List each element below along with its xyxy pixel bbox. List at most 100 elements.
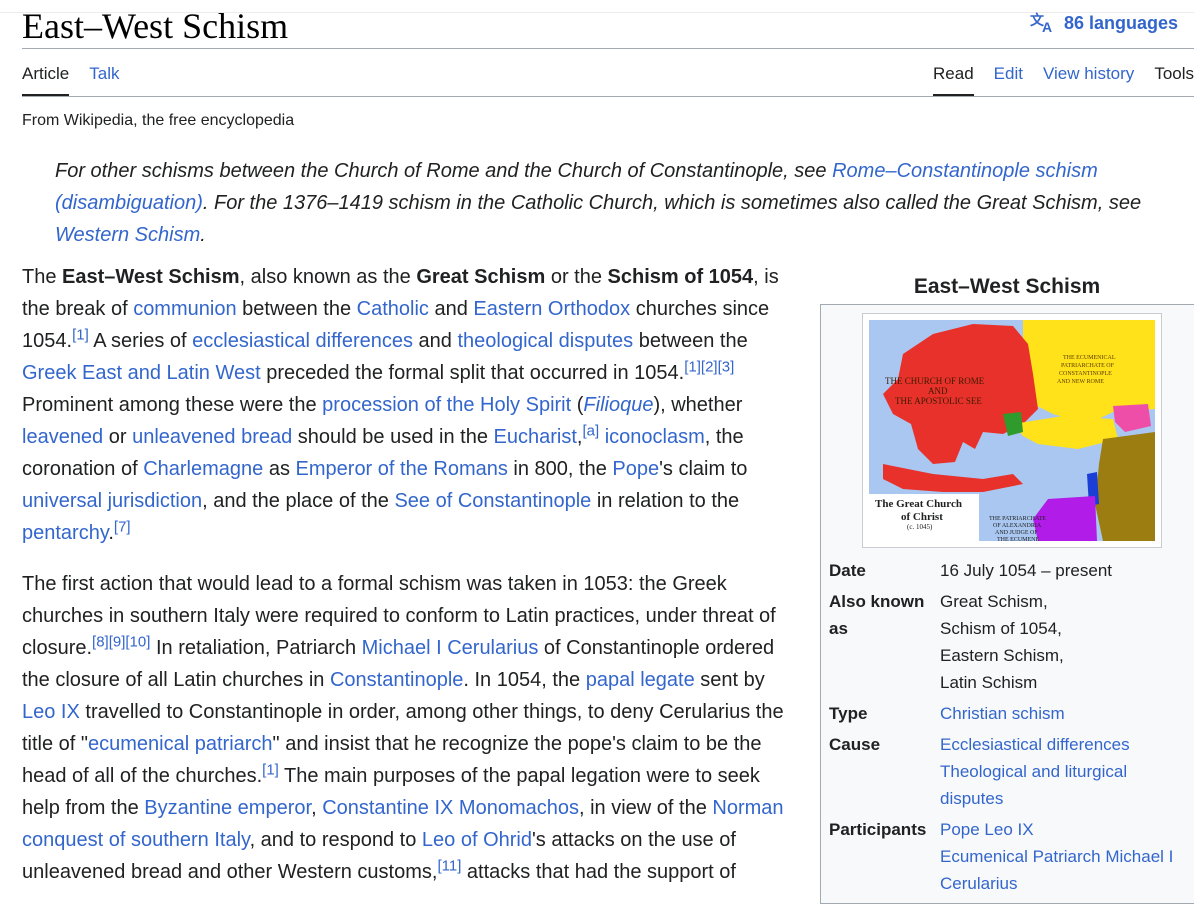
- text-run: between the: [633, 330, 748, 352]
- wiki-link[interactable]: communion: [133, 298, 236, 320]
- wiki-link[interactable]: Leo IX: [22, 701, 80, 723]
- wiki-link[interactable]: Greek East and Latin West: [22, 362, 261, 384]
- wiki-link[interactable]: Catholic: [357, 298, 429, 320]
- citation-link[interactable]: [11]: [437, 857, 461, 874]
- tab-edit[interactable]: Edit: [994, 63, 1023, 95]
- second-paragraph: The first action that would lead to a fo…: [22, 568, 792, 888]
- infobox-label: Also known as: [829, 592, 925, 638]
- text-run: A series of: [88, 330, 193, 352]
- map-label-great-church: of Christ: [901, 511, 943, 523]
- tab-read[interactable]: Read: [933, 63, 974, 96]
- view-tabs: Read Edit View history Tools: [933, 63, 1194, 96]
- text-run: or the: [545, 266, 608, 288]
- infobox-label: Cause: [829, 735, 881, 754]
- tab-tools[interactable]: Tools: [1154, 63, 1194, 95]
- text-run: in 800, the: [507, 458, 613, 480]
- wiki-link[interactable]: Eucharist: [494, 426, 577, 448]
- wiki-link[interactable]: ecclesiastical differences: [192, 330, 413, 352]
- infobox-title: East–West Schism: [913, 275, 1101, 298]
- infobox-text: Eastern Schism,: [940, 646, 1064, 665]
- bold-term: East–West Schism: [62, 266, 240, 288]
- infobox-link[interactable]: Ecumenical Patriarch Michael I Cerulariu…: [940, 843, 1190, 897]
- wiki-link[interactable]: Emperor of the Romans: [296, 458, 508, 480]
- text-run: . In 1054, the: [463, 669, 586, 691]
- wiki-link[interactable]: Charlemagne: [143, 458, 263, 480]
- wiki-link[interactable]: Filioque: [583, 394, 653, 416]
- map-label-alexandria: THE ECUMENE: [997, 537, 1039, 543]
- wiki-link[interactable]: Constantine IX Monomachos: [322, 797, 579, 819]
- text-run: preceded the formal split that occurred …: [260, 362, 685, 384]
- citation-link[interactable]: [1][2][3]: [684, 358, 734, 375]
- wiki-link[interactable]: Constantinople: [330, 669, 463, 691]
- infobox-link[interactable]: Theological and liturgical disputes: [940, 758, 1190, 812]
- translate-icon: 文 A: [1030, 12, 1056, 34]
- namespace-tabs: Article Talk: [22, 63, 119, 96]
- tab-view-history[interactable]: View history: [1043, 63, 1134, 95]
- infobox-link[interactable]: Christian schism: [940, 700, 1190, 727]
- text-run: or: [103, 426, 133, 448]
- map-label-rome: AND: [928, 386, 948, 396]
- text-run: (: [571, 394, 584, 416]
- infobox-text: Schism of 1054,: [940, 619, 1062, 638]
- wiki-link[interactable]: procession of the Holy Spirit: [322, 394, 571, 416]
- citation-link[interactable]: [a]: [582, 422, 599, 439]
- infobox-value: Pope Leo IX Ecumenical Patriarch Michael …: [940, 816, 1190, 897]
- tab-talk[interactable]: Talk: [89, 63, 119, 95]
- text-run: Prominent among these were the: [22, 394, 323, 416]
- infobox-link[interactable]: Ecclesiastical differences: [940, 731, 1190, 758]
- map-label-rome: THE CHURCH OF ROME: [885, 376, 985, 386]
- text-run: , also known as the: [239, 266, 417, 288]
- map-label-great-church: The Great Church: [875, 498, 962, 510]
- wiki-link[interactable]: Michael I Cerularius: [362, 637, 539, 659]
- text-run: sent by: [694, 669, 765, 691]
- wiki-link[interactable]: universal jurisdiction: [22, 490, 202, 512]
- citation-link[interactable]: [7]: [114, 518, 131, 535]
- hatnote: For other schisms between the Church of …: [55, 155, 1165, 251]
- map-label-constantinople: PATRIARCHATE OF: [1061, 363, 1115, 369]
- citation-link[interactable]: [8][9][10]: [92, 633, 150, 650]
- hatnote-text: For other schisms between the Church of …: [55, 160, 833, 182]
- wiki-link[interactable]: Pope: [612, 458, 659, 480]
- hatnote-link-western-schism[interactable]: Western Schism: [55, 224, 200, 246]
- wiki-link[interactable]: Byzantine emperor: [144, 797, 311, 819]
- infobox-value: Great Schism, Schism of 1054, Eastern Schi…: [940, 588, 1190, 696]
- map-label-rome: THE APOSTOLIC SEE: [895, 396, 982, 406]
- wiki-link[interactable]: theological disputes: [457, 330, 633, 352]
- text-run: between the: [236, 298, 357, 320]
- wiki-link[interactable]: ecumenical patriarch: [88, 733, 273, 755]
- infobox-row: Type Christian schism: [829, 700, 1190, 727]
- infobox-link[interactable]: Pope Leo IX: [940, 816, 1190, 843]
- map-svg: THE CHURCH OF ROME AND THE APOSTOLIC SEE…: [869, 320, 1155, 543]
- svg-text:A: A: [1042, 19, 1052, 34]
- tab-article[interactable]: Article: [22, 63, 70, 96]
- citation-link[interactable]: [1]: [72, 326, 89, 343]
- hatnote-text: . For the 1376–1419 schism in the Cathol…: [202, 192, 1142, 214]
- wiki-link[interactable]: Leo of Ohrid: [422, 829, 532, 851]
- infobox-value: Christian schism: [940, 700, 1190, 727]
- wiki-link[interactable]: unleavened bread: [132, 426, 292, 448]
- text-run: , in view of the: [579, 797, 713, 819]
- text-run: attacks that had the support of: [461, 861, 736, 883]
- map-label-alexandria: AND JUDGE OF: [995, 530, 1038, 536]
- wiki-link[interactable]: pentarchy: [22, 522, 108, 544]
- site-tagline: From Wikipedia, the free encyclopedia: [22, 112, 295, 129]
- title-divider: [22, 48, 1194, 49]
- schism-map-image[interactable]: THE CHURCH OF ROME AND THE APOSTOLIC SEE…: [862, 313, 1162, 548]
- languages-button[interactable]: 文 A 86 languages: [1030, 12, 1178, 34]
- citation-link[interactable]: [1]: [262, 761, 279, 778]
- wiki-link[interactable]: Eastern Orthodox: [473, 298, 630, 320]
- wiki-link[interactable]: leavened: [22, 426, 103, 448]
- map-label-constantinople: CONSTANTINOPLE: [1059, 371, 1112, 377]
- page-title: East–West Schism: [22, 6, 289, 46]
- infobox-row: Cause Ecclesiastical differences Theologic…: [829, 731, 1190, 812]
- wiki-link[interactable]: papal legate: [586, 669, 695, 691]
- infobox-label: Participants: [829, 820, 927, 839]
- hatnote-text: .: [200, 224, 206, 246]
- infobox-text: Latin Schism: [940, 673, 1038, 692]
- infobox-row: Participants Pope Leo IX Ecumenical Patria…: [829, 816, 1190, 897]
- tabs-divider: [22, 96, 1194, 97]
- map-label-alexandria: THE PATRIARCHATE: [989, 516, 1046, 522]
- wiki-link[interactable]: iconoclasm: [605, 426, 705, 448]
- infobox-row: Date 16 July 1054 – present: [829, 557, 1190, 584]
- wiki-link[interactable]: See of Constantinople: [394, 490, 591, 512]
